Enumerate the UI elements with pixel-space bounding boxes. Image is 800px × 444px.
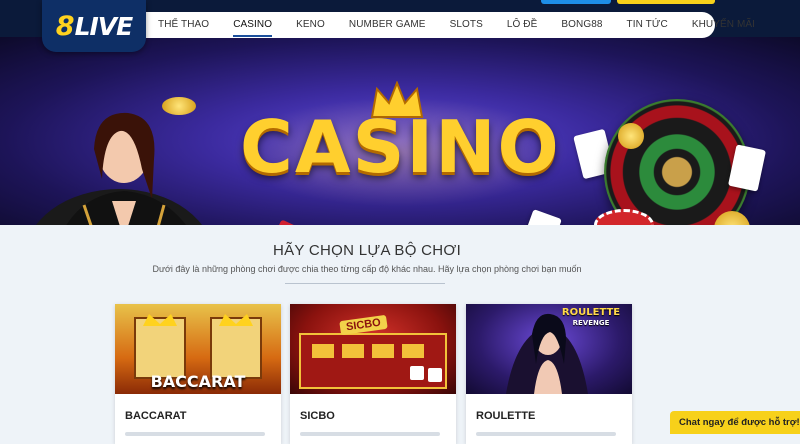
chat-support-button[interactable]: Chat ngay để được hỗ trợ!	[670, 411, 800, 434]
header-blue-button[interactable]	[541, 0, 611, 4]
game-description	[476, 432, 622, 438]
game-description	[300, 432, 446, 438]
game-thumbnail[interactable]: SICBO	[290, 304, 456, 394]
banner-title: CASINO	[240, 105, 561, 189]
casino-banner: CASINO	[0, 37, 800, 225]
nav-item-the-thao[interactable]: THỂ THAO	[146, 12, 221, 38]
game-card-baccarat[interactable]: BACCARAT BACCARAT	[115, 304, 281, 444]
thumbnail-title: ROULETTE	[561, 307, 621, 318]
gold-coin	[162, 97, 196, 115]
thumbnail-label: BACCARAT	[150, 372, 246, 391]
game-card-sicbo[interactable]: SICBO SICBO	[290, 304, 456, 444]
nav-item-tin-tuc[interactable]: TIN TỨC	[615, 12, 680, 38]
game-name[interactable]: SICBO	[300, 410, 335, 422]
header-yellow-button[interactable]	[617, 0, 715, 4]
game-card-roulette[interactable]: ROULETTE REVENGE ROULETTE	[466, 304, 632, 444]
roulette-wheel-icon	[604, 99, 750, 225]
thumbnail-subtitle: REVENGE	[572, 319, 610, 327]
playing-card-icon	[520, 209, 562, 225]
thumbnail-label: ROULETTE REVENGE	[558, 308, 624, 328]
nav-item-bong88[interactable]: BONG88	[549, 12, 614, 38]
section-divider	[285, 283, 445, 284]
game-thumbnail[interactable]: BACCARAT	[115, 304, 281, 394]
section-subtitle: Dưới đây là những phòng chơi được chia t…	[152, 264, 582, 274]
logo-text: LIVE	[74, 11, 134, 41]
nav-item-khuyen-mai[interactable]: KHUYẾN MÃI	[680, 12, 767, 38]
section-title: HÃY CHỌN LỰA BỘ CHƠI	[272, 242, 462, 259]
main-nav: THỂ THAO CASINO KENO NUMBER GAME SLOTS L…	[146, 12, 755, 38]
nav-item-slots[interactable]: SLOTS	[438, 12, 495, 38]
nav-item-number-game[interactable]: NUMBER GAME	[337, 12, 438, 38]
logo-number: 8	[55, 10, 75, 42]
game-name[interactable]: ROULETTE	[476, 410, 535, 422]
nav-item-lo-de[interactable]: LÔ ĐỀ	[495, 12, 550, 38]
game-description	[125, 432, 271, 438]
gold-coin	[618, 123, 644, 149]
game-thumbnail[interactable]: ROULETTE REVENGE	[466, 304, 632, 394]
nav-item-casino[interactable]: CASINO	[221, 12, 284, 38]
site-logo[interactable]: 8 LIVE	[42, 0, 146, 52]
game-name[interactable]: BACCARAT	[125, 410, 187, 422]
nav-item-keno[interactable]: KENO	[284, 12, 337, 38]
dealer-illustration	[35, 112, 203, 225]
